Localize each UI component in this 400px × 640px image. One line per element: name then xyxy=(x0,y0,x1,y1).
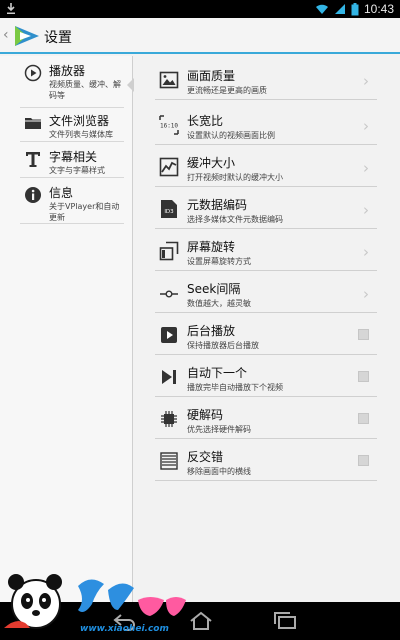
hardware-decoding-checkbox[interactable] xyxy=(358,413,369,424)
info-icon xyxy=(25,187,41,203)
metadata-icon-label: ID3 xyxy=(164,209,174,215)
watermark-url: www.xiaohei.com xyxy=(80,624,169,634)
sidebar-item-player[interactable]: 播放器 视频质量、缓冲、解码等 xyxy=(20,60,134,108)
setting-description: 打开视频时默认的缓冲大小 xyxy=(187,173,283,182)
chevron-right-icon: › xyxy=(363,243,369,261)
auto-next-checkbox[interactable] xyxy=(358,371,369,382)
setting-hardware-decoding[interactable]: 硬解码 优先选择硬件解码 xyxy=(155,399,377,439)
sidebar-item-label: 信息 xyxy=(49,186,74,200)
sidebar-item-description: 视频质量、缓冲、解码等 xyxy=(49,80,121,100)
buffer-chart-icon xyxy=(159,157,179,177)
panda-logo xyxy=(4,574,186,629)
setting-title: 反交错 xyxy=(187,450,224,464)
setting-description: 设置默认的视频画面比例 xyxy=(187,131,275,140)
action-bar: ‹ 设置 xyxy=(0,18,400,54)
play-circle-icon xyxy=(24,64,42,82)
setting-title: Seek间隔 xyxy=(187,282,241,296)
setting-description: 设置屏幕旋转方式 xyxy=(187,257,251,266)
setting-description: 选择多媒体文件元数据编码 xyxy=(187,215,283,224)
sidebar-item-description: 关于VPlayer和自动更新 xyxy=(49,202,120,222)
setting-background-play[interactable]: 后台播放 保持播放器后台播放 xyxy=(155,315,377,355)
settings-sidebar: 播放器 视频质量、缓冲、解码等 文件浏览器 文件列表与媒体库 字幕相关 文字与字… xyxy=(0,56,134,602)
setting-description: 更流畅还是更高的画质 xyxy=(187,86,267,95)
sidebar-item-description: 文件列表与媒体库 xyxy=(49,130,113,139)
setting-auto-next[interactable]: 自动下一个 播放完毕自动播放下个视频 xyxy=(155,357,377,397)
setting-screen-rotation[interactable]: 屏幕旋转 设置屏幕旋转方式 › xyxy=(155,231,377,271)
play-box-icon xyxy=(161,327,177,343)
setting-title: 屏幕旋转 xyxy=(187,240,236,254)
setting-title: 元数据编码 xyxy=(187,198,248,212)
setting-seek-interval[interactable]: Seek间隔 数值越大，越灵敏 › xyxy=(155,273,377,313)
setting-title: 后台播放 xyxy=(187,324,236,338)
setting-title: 长宽比 xyxy=(187,114,224,128)
setting-buffer-size[interactable]: 缓冲大小 打开视频时默认的缓冲大小 › xyxy=(155,147,377,187)
setting-title: 硬解码 xyxy=(187,408,224,422)
sidebar-item-description: 文字与字幕样式 xyxy=(49,166,105,175)
battery-icon xyxy=(351,2,359,15)
status-time: 10:43 xyxy=(363,2,394,16)
chevron-right-icon: › xyxy=(363,285,369,303)
sidebar-item-info[interactable]: 信息 关于VPlayer和自动更新 xyxy=(20,182,124,224)
setting-metadata-encoding[interactable]: ID3 元数据编码 选择多媒体文件元数据编码 › xyxy=(155,189,377,229)
setting-description: 移除画面中的横线 xyxy=(187,467,251,476)
seek-slider-icon xyxy=(160,290,178,298)
recent-apps-icon[interactable] xyxy=(272,611,298,631)
signal-icon xyxy=(334,4,345,14)
sidebar-item-subtitles[interactable]: 字幕相关 文字与字幕样式 xyxy=(20,146,124,178)
aspect-ratio-icon: 16:10 xyxy=(159,115,179,135)
setting-title: 缓冲大小 xyxy=(187,156,236,170)
setting-title: 自动下一个 xyxy=(187,366,248,380)
deinterlace-icon xyxy=(160,452,178,470)
setting-description: 数值越大，越灵敏 xyxy=(187,299,251,308)
chevron-right-icon: › xyxy=(363,201,369,219)
download-icon xyxy=(7,3,15,14)
chevron-left-icon[interactable]: ‹ xyxy=(3,27,9,43)
aspect-ratio-icon-label: 16:10 xyxy=(160,123,178,130)
sidebar-item-label: 字幕相关 xyxy=(49,150,98,164)
chip-icon xyxy=(161,411,177,427)
setting-picture-quality[interactable]: 画面质量 更流畅还是更高的画质 › xyxy=(155,60,377,100)
chevron-right-icon: › xyxy=(363,159,369,177)
setting-description: 优先选择硬件解码 xyxy=(187,425,251,434)
app-logo[interactable] xyxy=(13,22,41,50)
background-play-checkbox[interactable] xyxy=(358,329,369,340)
setting-description: 播放完毕自动播放下个视频 xyxy=(187,383,283,392)
sidebar-item-file-browser[interactable]: 文件浏览器 文件列表与媒体库 xyxy=(20,110,124,142)
setting-title: 画面质量 xyxy=(187,69,236,83)
metadata-encoding-icon: ID3 xyxy=(161,200,177,218)
status-bar: 10:43 xyxy=(0,0,400,18)
deinterlace-checkbox[interactable] xyxy=(358,455,369,466)
setting-aspect-ratio[interactable]: 16:10 长宽比 设置默认的视频画面比例 › xyxy=(155,105,377,145)
setting-description: 保持播放器后台播放 xyxy=(187,341,259,350)
sidebar-item-label: 文件浏览器 xyxy=(49,114,110,128)
setting-deinterlace[interactable]: 反交错 移除画面中的横线 xyxy=(155,441,377,481)
rotate-screen-icon xyxy=(159,241,179,261)
chevron-right-icon: › xyxy=(363,72,369,90)
skip-next-icon xyxy=(162,370,176,384)
sidebar-item-label: 播放器 xyxy=(49,64,86,78)
picture-quality-icon xyxy=(159,71,179,89)
chevron-right-icon: › xyxy=(363,117,369,135)
watermark: www.xiaohei.com xyxy=(0,570,200,640)
folder-icon xyxy=(25,118,41,129)
text-t-icon xyxy=(26,152,40,167)
page-title: 设置 xyxy=(44,30,72,46)
wifi-icon xyxy=(315,4,328,14)
